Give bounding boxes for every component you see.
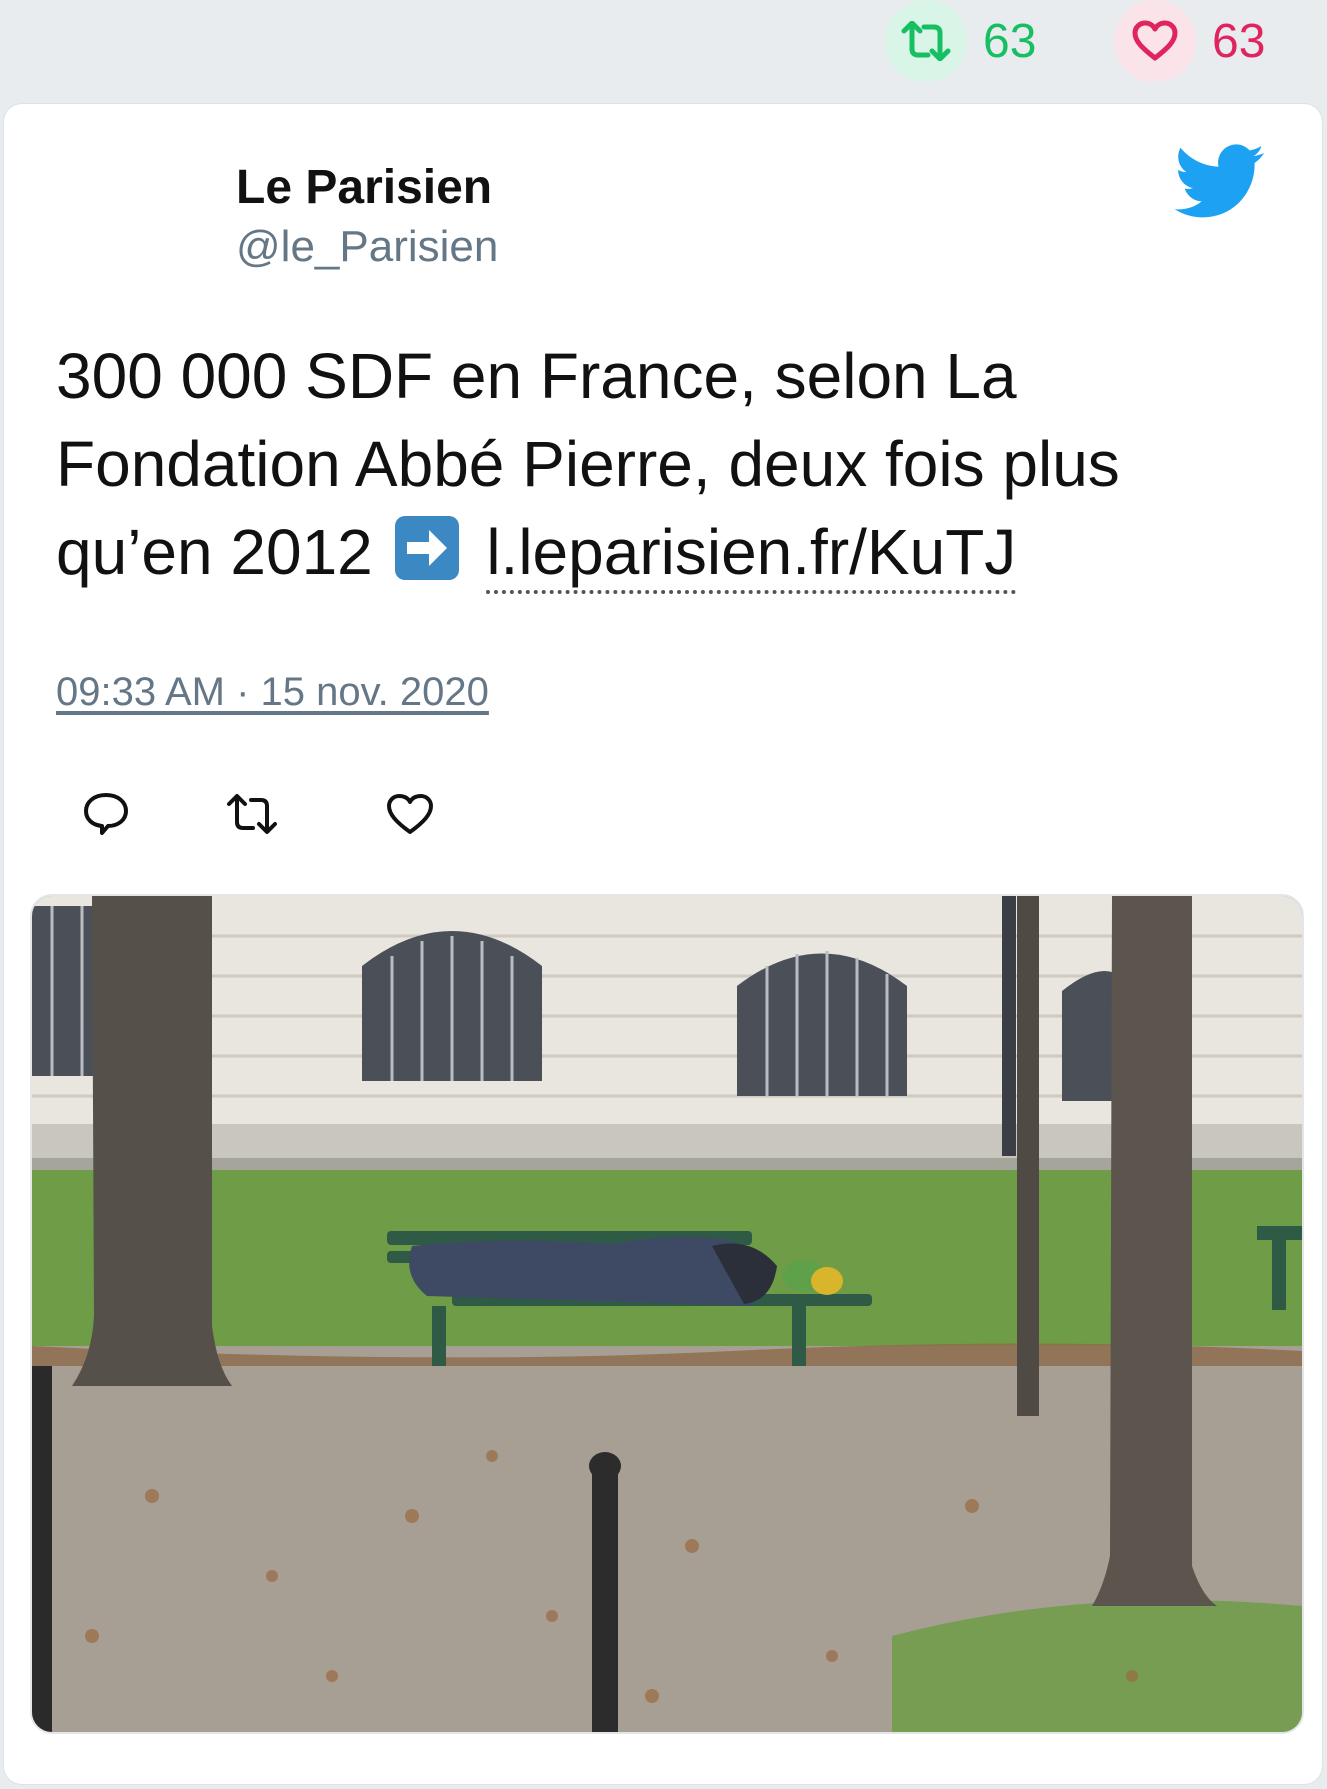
retweet-action-icon[interactable] xyxy=(222,784,282,844)
reply-icon[interactable] xyxy=(76,784,136,844)
homeless-person-on-bench-photo[interactable] xyxy=(30,894,1304,1734)
tweet-link[interactable]: l.leparisien.fr/KuTJ xyxy=(486,516,1017,594)
tweet-text: 300 000 SDF en France, selon La Fondatio… xyxy=(56,332,1256,596)
like-stat[interactable]: 63 xyxy=(1114,0,1265,82)
twitter-bird-icon[interactable] xyxy=(1174,144,1266,225)
heart-icon[interactable] xyxy=(1114,0,1196,82)
tweet-timestamp[interactable]: 09:33 AM · 15 nov. 2020 xyxy=(56,670,489,715)
tweet-card: Le Parisien @le_Parisien 300 000 SDF en … xyxy=(4,104,1322,1784)
retweet-icon[interactable] xyxy=(885,0,967,82)
right-arrow-emoji-icon xyxy=(394,516,459,580)
author-name[interactable]: Le Parisien xyxy=(236,160,492,215)
like-action-icon[interactable] xyxy=(380,784,440,844)
author-handle[interactable]: @le_Parisien xyxy=(236,222,498,272)
retweet-count: 63 xyxy=(983,14,1037,68)
like-count: 63 xyxy=(1212,14,1266,68)
engagement-bar: 63 63 xyxy=(0,0,1327,100)
retweet-stat[interactable]: 63 xyxy=(885,0,1036,82)
